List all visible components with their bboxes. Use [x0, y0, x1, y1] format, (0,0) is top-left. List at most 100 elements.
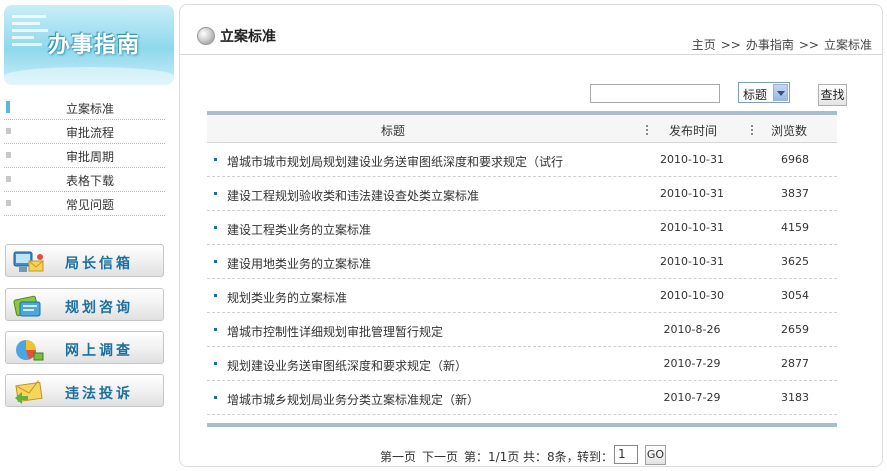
row-title-link[interactable]: 增城市城乡规划局业务分类立案标准规定（新） — [227, 391, 479, 408]
row-date: 2010-10-31 — [660, 153, 724, 166]
envelope-icon — [15, 380, 43, 404]
row-date: 2010-8-26 — [663, 323, 721, 336]
sidebar-item-approval-period[interactable]: 审批周期 — [4, 144, 165, 168]
next-page-link[interactable]: 下一页 — [422, 448, 458, 465]
sidebar-item-faq[interactable]: 常见问题 — [4, 192, 165, 216]
bullet-icon — [214, 192, 217, 195]
violation-complaint-button[interactable]: 违法投诉 — [5, 374, 164, 407]
sidebar-item-approval-process[interactable]: 审批流程 — [4, 120, 165, 144]
row-views: 3625 — [781, 255, 809, 268]
bullet-icon — [6, 176, 11, 182]
side-button-label: 违法投诉 — [65, 386, 133, 402]
sidebar-banner: 办事指南 — [4, 5, 174, 85]
row-title-link[interactable]: 规划类业务的立案标准 — [227, 289, 347, 306]
table-row: 增城市控制性详细规划审批管理暂行规定 2010-8-26 2659 — [207, 313, 837, 347]
sidebar-item-label: 常见问题 — [66, 198, 115, 212]
bullet-icon — [6, 152, 11, 158]
title-orb-icon — [197, 27, 215, 45]
pie-chart-icon — [16, 340, 44, 361]
column-header-views: 浏览数 — [771, 124, 808, 138]
breadcrumb-current: 立案标准 — [823, 38, 872, 52]
row-views: 3054 — [781, 289, 809, 302]
bullet-icon — [6, 128, 11, 134]
row-date: 2010-10-31 — [660, 255, 724, 268]
article-table: 标题 发布时间 浏览数 增城市城市规划局规划建设业务送审图纸深度和要求规定（试行… — [207, 111, 837, 427]
search-select-value: 标题 — [743, 88, 768, 102]
breadcrumb-home[interactable]: 主页 — [692, 38, 716, 52]
sidebar: 办事指南 立案标准 审批流程 审批周期 表格下载 常见问题 局长信箱 规划咨询 … — [0, 0, 175, 471]
breadcrumb-guide[interactable]: 办事指南 — [746, 38, 794, 52]
main-panel: 立案标准 主页 >> 办事指南 >> 立案标准 标题 查找 标题 发布时间 浏览数 增城… — [179, 4, 883, 467]
row-title-link[interactable]: 建设工程类业务的立案标准 — [227, 221, 371, 238]
breadcrumb-separator: >> — [798, 38, 819, 52]
page-info: 第：1/1页 — [464, 450, 520, 464]
director-mailbox-button[interactable]: 局长信箱 — [5, 244, 164, 277]
side-button-label: 网上调查 — [65, 343, 133, 359]
table-bottom-bar — [207, 423, 837, 427]
goto-label: 转到： — [577, 450, 614, 464]
row-views: 2659 — [781, 323, 809, 336]
column-separator — [751, 125, 753, 135]
row-date: 2010-10-31 — [660, 187, 724, 200]
bullet-icon — [214, 158, 217, 161]
page-title: 立案标准 — [220, 29, 276, 45]
bullet-icon — [214, 260, 217, 263]
bullet-icon — [214, 362, 217, 365]
bullet-icon — [214, 294, 217, 297]
breadcrumb-separator: >> — [720, 38, 741, 52]
bullet-icon — [6, 101, 10, 113]
row-title-link[interactable]: 建设工程规划验收类和违法建设查处类立案标准 — [227, 187, 479, 204]
sidebar-item-label: 表格下载 — [66, 174, 115, 188]
sidebar-item-label: 审批周期 — [66, 150, 115, 164]
table-row: 规划类业务的立案标准 2010-10-30 3054 — [207, 279, 837, 313]
table-row: 建设工程类业务的立案标准 2010-10-31 4159 — [207, 211, 837, 245]
go-button[interactable]: GO — [645, 445, 666, 465]
row-views: 6968 — [781, 153, 809, 166]
sidebar-item-filing-standard[interactable]: 立案标准 — [4, 96, 165, 120]
bullet-icon — [6, 200, 11, 206]
row-title-link[interactable]: 规划建设业务送审图纸深度和要求规定（新） — [227, 357, 467, 374]
row-title-link[interactable]: 增城市城市规划局规划建设业务送审图纸深度和要求规定（试行 — [227, 153, 563, 170]
computer-mail-icon — [13, 251, 44, 272]
column-header-date: 发布时间 — [669, 124, 718, 138]
column-separator — [646, 125, 648, 135]
side-button-label: 局长信箱 — [65, 256, 133, 272]
table-row: 增城市城市规划局规划建设业务送审图纸深度和要求规定（试行 2010-10-31 … — [207, 143, 837, 177]
page-number-input[interactable]: 1 — [614, 445, 638, 464]
total-count: 共：8条， — [523, 450, 579, 464]
table-row: 增城市城乡规划局业务分类立案标准规定（新） 2010-7-29 3183 — [207, 381, 837, 415]
online-survey-button[interactable]: 网上调查 — [5, 331, 164, 364]
sidebar-item-form-download[interactable]: 表格下载 — [4, 168, 165, 192]
column-header-title: 标题 — [381, 124, 406, 138]
banner-wave — [4, 67, 174, 85]
table-header: 标题 发布时间 浏览数 — [207, 115, 837, 143]
search-input[interactable] — [590, 84, 720, 103]
row-date: 2010-10-31 — [660, 221, 724, 234]
main-header: 立案标准 主页 >> 办事指南 >> 立案标准 — [180, 5, 882, 55]
row-title-link[interactable]: 增城市控制性详细规划审批管理暂行规定 — [227, 323, 443, 340]
search-field-select[interactable]: 标题 — [738, 82, 790, 103]
row-views: 2877 — [781, 357, 809, 370]
row-views: 4159 — [781, 221, 809, 234]
row-date: 2010-7-29 — [663, 357, 721, 370]
row-title-link[interactable]: 建设用地类业务的立案标准 — [227, 255, 371, 272]
sidebar-item-label: 立案标准 — [66, 102, 115, 116]
side-button-label: 规划咨询 — [65, 300, 133, 316]
sidebar-banner-title: 办事指南 — [48, 33, 141, 58]
sidebar-item-label: 审批流程 — [66, 126, 115, 140]
first-page-link[interactable]: 第一页 — [380, 448, 416, 465]
table-row: 建设用地类业务的立案标准 2010-10-31 3625 — [207, 245, 837, 279]
bullet-icon — [214, 328, 217, 331]
row-views: 3837 — [781, 187, 809, 200]
table-row: 建设工程规划验收类和违法建设查处类立案标准 2010-10-31 3837 — [207, 177, 837, 211]
sidebar-menu: 立案标准 审批流程 审批周期 表格下载 常见问题 — [4, 96, 165, 216]
bullet-icon — [214, 226, 217, 229]
chevron-down-icon[interactable] — [773, 84, 788, 101]
breadcrumb: 主页 >> 办事指南 >> 立案标准 — [692, 36, 872, 53]
search-button[interactable]: 查找 — [818, 84, 847, 106]
row-date: 2010-7-29 — [663, 391, 721, 404]
bullet-icon — [214, 396, 217, 399]
consult-icon — [13, 295, 41, 317]
planning-consult-button[interactable]: 规划咨询 — [5, 288, 164, 321]
row-views: 3183 — [781, 391, 809, 404]
